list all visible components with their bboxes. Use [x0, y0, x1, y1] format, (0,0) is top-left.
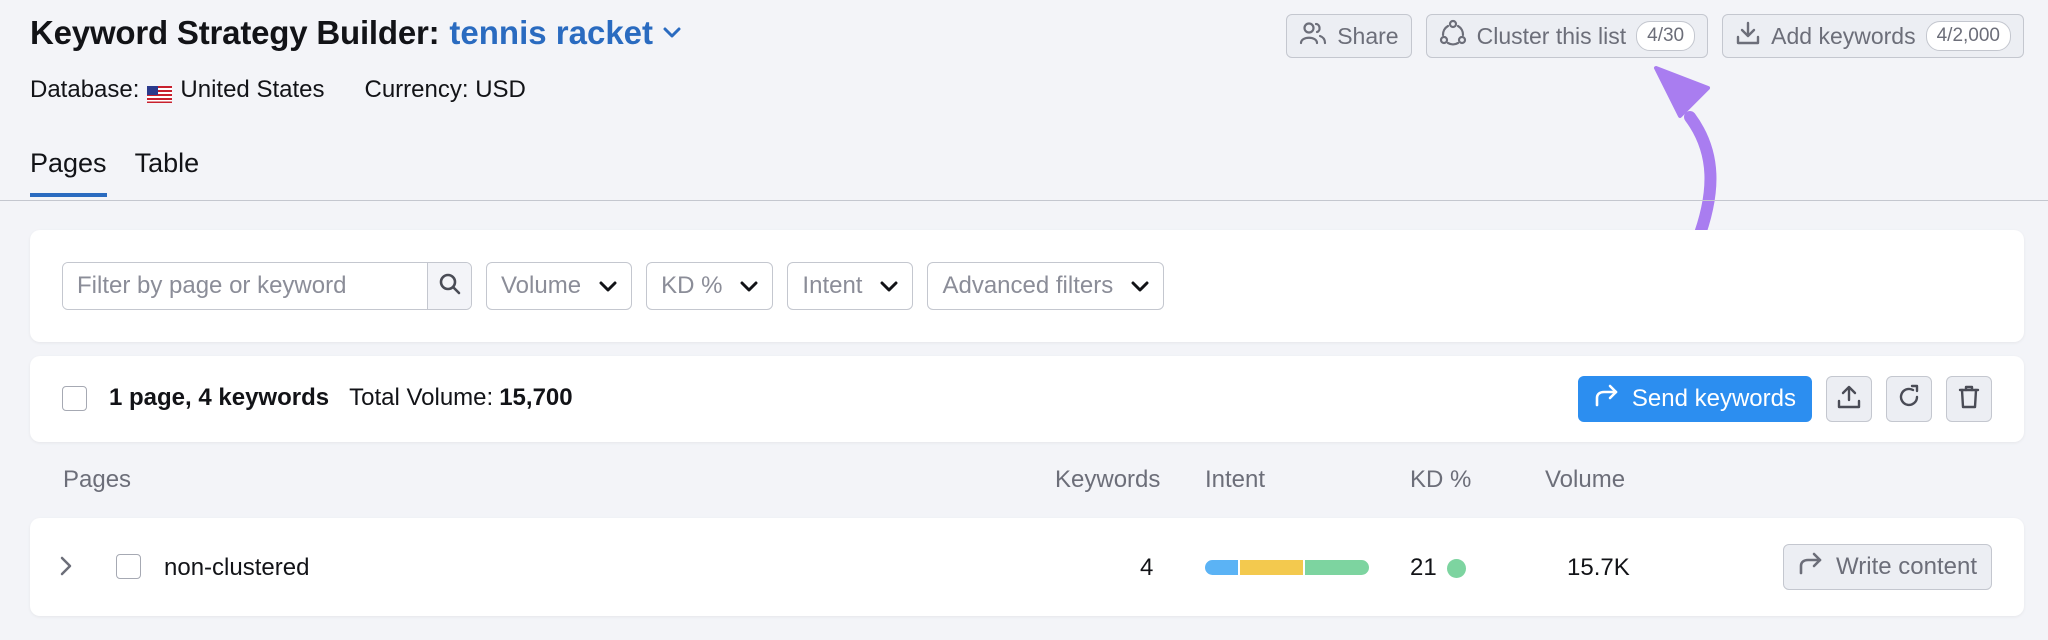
advanced-filters[interactable]: Advanced filters [927, 262, 1165, 310]
write-content-button[interactable]: Write content [1783, 544, 1992, 590]
us-flag-icon [147, 82, 173, 103]
page-keyword-count: 1 page, 4 keywords [109, 384, 330, 411]
add-keywords-label: Add keywords [1771, 22, 1916, 49]
total-volume-value: 15,700 [499, 384, 573, 411]
forward-arrow-icon [1594, 384, 1620, 415]
intent-segment [1237, 560, 1304, 575]
chevron-down-icon [1131, 272, 1149, 300]
table-row: non-clustered 4 21 15.7K Write content [30, 518, 2024, 616]
keywords-limit-badge: 4/2,000 [1925, 21, 2011, 51]
volume-filter[interactable]: Volume [486, 262, 633, 310]
share-button[interactable]: Share [1286, 14, 1412, 58]
cluster-button[interactable]: Cluster this list 4/30 [1425, 14, 1709, 58]
keywords-count: 4 [1140, 554, 1154, 581]
chevron-down-icon[interactable] [663, 27, 681, 39]
summary-bar: 1 page, 4 keywords Total Volume: 15,700 … [30, 356, 2024, 442]
intent-filter-label: Intent [802, 272, 863, 299]
search-icon [438, 272, 462, 301]
kd-filter-label: KD % [661, 272, 723, 299]
header-actions: Share Cluster this list 4/30 Add keyword… [1286, 14, 2024, 58]
title-row: Keyword Strategy Builder: tennis racket [30, 14, 681, 52]
page: Keyword Strategy Builder: tennis racket … [0, 0, 2048, 640]
upload-icon [1836, 384, 1862, 415]
column-intent[interactable]: Intent [1205, 466, 1265, 494]
page-name[interactable]: non-clustered [164, 554, 309, 582]
refresh-button[interactable] [1886, 376, 1932, 422]
select-all-checkbox[interactable] [62, 385, 87, 411]
column-volume[interactable]: Volume [1545, 466, 1625, 494]
send-keywords-button[interactable]: Send keywords [1577, 376, 1812, 422]
forward-arrow-icon [1798, 552, 1824, 583]
delete-button[interactable] [1946, 376, 1992, 422]
total-volume-label: Total Volume: [349, 384, 494, 411]
tab-pages[interactable]: Pages [30, 148, 107, 197]
cluster-icon [1439, 19, 1467, 53]
meta-row: Database: United States Currency: USD [30, 76, 526, 104]
kd-value: 21 [1410, 554, 1466, 582]
intent-bar [1205, 560, 1369, 575]
search-box [62, 262, 472, 310]
summary-actions: Send keywords [1577, 376, 1992, 422]
add-keywords-button[interactable]: Add keywords 4/2,000 [1722, 14, 2024, 58]
cluster-label: Cluster this list [1476, 22, 1627, 49]
chevron-down-icon [880, 272, 898, 300]
advanced-filters-label: Advanced filters [942, 272, 1114, 299]
trash-icon [1957, 384, 1981, 415]
chevron-right-icon[interactable] [60, 556, 72, 581]
tabs-divider [0, 200, 2048, 201]
column-kd[interactable]: KD % [1410, 466, 1471, 494]
annotation-arrow [1654, 66, 1717, 248]
filter-row: Volume KD % Intent Advanced filters [62, 262, 1165, 310]
intent-filter[interactable]: Intent [787, 262, 914, 310]
filter-search-input[interactable] [63, 263, 427, 309]
column-pages[interactable]: Pages [63, 466, 131, 494]
row-checkbox[interactable] [116, 554, 141, 579]
view-tabs: Pages Table [30, 148, 199, 197]
kd-number: 21 [1410, 554, 1437, 581]
share-label: Share [1337, 22, 1399, 49]
chevron-down-icon [599, 272, 617, 300]
users-icon [1299, 21, 1327, 51]
cluster-limit-badge: 4/30 [1636, 21, 1696, 51]
database-label: Database: [30, 76, 140, 103]
filter-panel: Volume KD % Intent Advanced filters [30, 230, 2024, 342]
chevron-down-icon [740, 272, 758, 300]
page-title: Keyword Strategy Builder: [30, 14, 440, 51]
summary-info: 1 page, 4 keywords Total Volume: 15,700 [62, 384, 573, 412]
intent-segment [1303, 560, 1369, 575]
send-keywords-label: Send keywords [1631, 385, 1796, 412]
project-selector[interactable]: tennis racket [449, 14, 653, 52]
tab-table[interactable]: Table [135, 148, 200, 197]
currency-label: Currency: USD [364, 76, 526, 103]
search-button[interactable] [427, 263, 471, 309]
column-keywords[interactable]: Keywords [1055, 466, 1160, 494]
export-button[interactable] [1826, 376, 1872, 422]
kd-dot [1446, 558, 1466, 578]
intent-segment [1205, 560, 1238, 575]
volume-value: 15.7K [1567, 554, 1630, 581]
refresh-icon [1896, 384, 1922, 415]
kd-filter[interactable]: KD % [646, 262, 774, 310]
download-icon [1735, 20, 1761, 52]
write-content-label: Write content [1836, 553, 1977, 580]
database-value[interactable]: United States [180, 76, 324, 104]
volume-filter-label: Volume [501, 272, 582, 299]
